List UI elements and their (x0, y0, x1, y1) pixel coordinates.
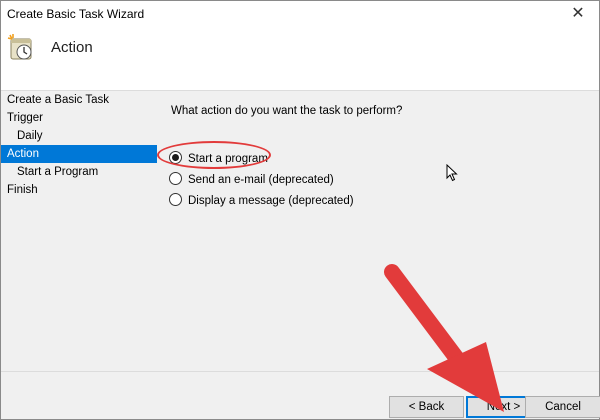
close-button[interactable]: ✕ (563, 3, 593, 25)
title-bar: Create Basic Task Wizard ✕ (1, 1, 599, 27)
wizard-steps-sidebar: Create a Basic Task Trigger Daily Action… (1, 91, 157, 199)
sidebar-item-start-a-program[interactable]: Start a Program (1, 163, 157, 181)
footer-divider (1, 371, 599, 372)
radio-start-program[interactable]: Start a program (169, 149, 268, 167)
radio-label: Send an e-mail (deprecated) (188, 173, 334, 186)
sidebar-item-finish[interactable]: Finish (1, 181, 157, 199)
sidebar-item-action[interactable]: Action (1, 145, 157, 163)
window-title: Create Basic Task Wizard (7, 7, 145, 21)
radio-send-email[interactable]: Send an e-mail (deprecated) (169, 170, 334, 188)
mouse-cursor-icon (446, 164, 458, 182)
radio-button-checked[interactable] (169, 151, 182, 165)
cancel-button[interactable]: Cancel (525, 396, 600, 418)
radio-label: Display a message (deprecated) (188, 194, 354, 207)
back-button[interactable]: < Back (389, 396, 464, 418)
radio-button[interactable] (169, 193, 182, 207)
page-title: Action (51, 39, 93, 56)
action-question: What action do you want the task to perf… (171, 105, 403, 117)
radio-label: Start a program (188, 152, 268, 165)
radio-button[interactable] (169, 172, 182, 186)
sidebar-item-daily[interactable]: Daily (1, 127, 157, 145)
task-scheduler-clock-icon (7, 34, 32, 60)
sidebar-item-trigger[interactable]: Trigger (1, 109, 157, 127)
wizard-window: Create Basic Task Wizard ✕ Action Create… (0, 0, 600, 420)
wizard-header: Action (1, 27, 599, 90)
action-panel: What action do you want the task to perf… (157, 91, 597, 371)
radio-display-message[interactable]: Display a message (deprecated) (169, 191, 354, 209)
sidebar-item-create-basic-task[interactable]: Create a Basic Task (1, 91, 157, 109)
